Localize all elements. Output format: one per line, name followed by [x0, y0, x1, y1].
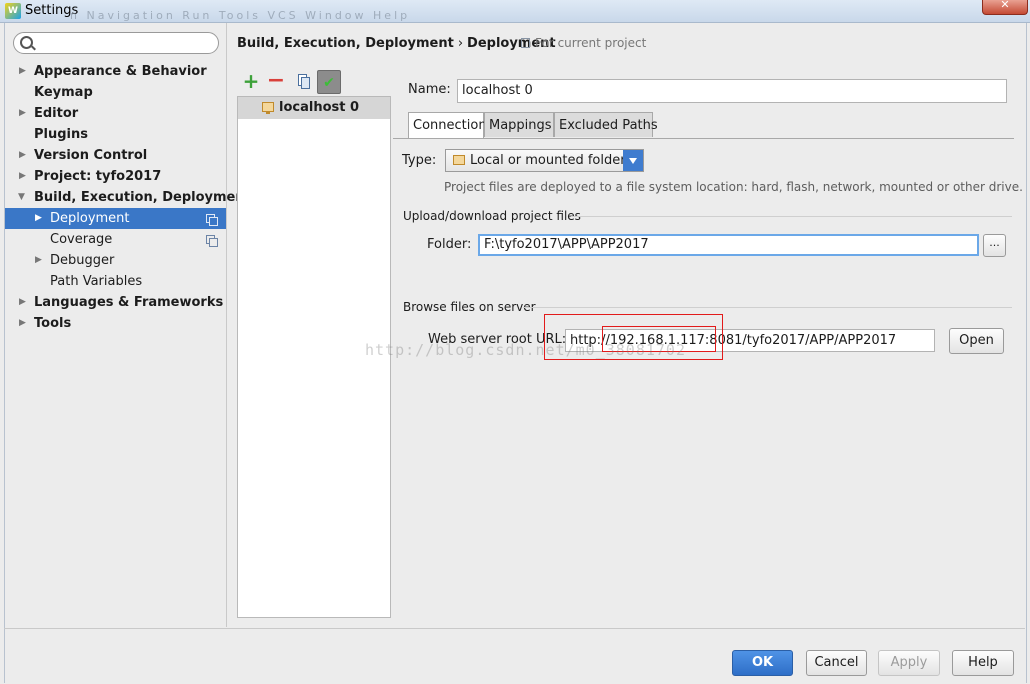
remove-server-icon[interactable]: −: [266, 70, 286, 92]
expand-arrow-icon[interactable]: ▶: [19, 145, 26, 166]
collapse-arrow-icon[interactable]: ▼: [18, 187, 25, 208]
name-field[interactable]: localhost 0: [457, 79, 1007, 103]
title-bar: W Settings n Navigation Run Tools VCS Wi…: [0, 0, 1030, 23]
type-select[interactable]: Local or mounted folder: [445, 149, 644, 172]
expand-arrow-icon[interactable]: ▶: [19, 166, 26, 187]
ok-button[interactable]: OK: [732, 650, 793, 676]
tree-item-appearance-behavior[interactable]: ▶ Appearance & Behavior: [5, 61, 226, 82]
project-scope-icon: [521, 38, 530, 48]
tab-connection[interactable]: Connection: [408, 112, 487, 139]
tree-item-project[interactable]: ▶ Project: tyfo2017: [5, 166, 226, 187]
settings-search-input[interactable]: [13, 32, 219, 54]
tree-item-debugger[interactable]: ▶ Debugger: [5, 250, 226, 271]
project-scope-icon: [206, 235, 218, 247]
tree-item-version-control[interactable]: ▶ Version Control: [5, 145, 226, 166]
use-as-default-icon[interactable]: [317, 70, 341, 94]
settings-tree: ▶ Appearance & Behavior Keymap ▶ Editor …: [5, 61, 251, 334]
tab-excluded-paths[interactable]: Excluded Paths: [554, 112, 658, 137]
search-icon: [20, 36, 33, 49]
open-url-button[interactable]: Open: [949, 328, 1004, 354]
browse-section-title: Browse files on server: [403, 300, 536, 314]
section-divider: [571, 216, 1012, 217]
chevron-down-icon[interactable]: [623, 150, 643, 171]
add-server-icon[interactable]: +: [241, 71, 261, 91]
apply-button[interactable]: Apply: [878, 650, 940, 676]
tree-item-tools[interactable]: ▶ Tools: [5, 313, 226, 334]
browse-folder-button[interactable]: ...: [983, 234, 1006, 257]
type-label: Type:: [402, 153, 437, 168]
local-folder-server-icon: [453, 155, 465, 165]
tree-item-deployment[interactable]: ▶ Deployment: [5, 208, 226, 229]
tree-item-languages-frameworks[interactable]: ▶ Languages & Frameworks: [5, 292, 226, 313]
tab-divider: [393, 138, 1014, 139]
tree-item-build-execution-deployment[interactable]: ▼ Build, Execution, Deployment: [5, 187, 251, 208]
tree-item-editor[interactable]: ▶ Editor: [5, 103, 226, 124]
tree-item-path-variables[interactable]: Path Variables: [5, 271, 226, 292]
tree-item-keymap[interactable]: Keymap: [5, 82, 226, 103]
type-description: Project files are deployed to a file sys…: [444, 180, 1023, 194]
list-item[interactable]: localhost 0: [238, 97, 390, 119]
settings-window: ▶ Appearance & Behavior Keymap ▶ Editor …: [4, 23, 1027, 683]
expand-arrow-icon[interactable]: ▶: [19, 292, 26, 313]
webstorm-app-icon: W: [5, 3, 21, 19]
expand-arrow-icon[interactable]: ▶: [19, 103, 26, 124]
expand-arrow-icon[interactable]: ▶: [35, 208, 42, 229]
folder-field[interactable]: F:\tyfo2017\APP\APP2017: [478, 234, 979, 256]
breadcrumb-separator: ›: [457, 36, 464, 51]
breadcrumb-parent[interactable]: Build, Execution, Deployment: [237, 36, 454, 51]
expand-arrow-icon[interactable]: ▶: [19, 313, 26, 334]
expand-arrow-icon[interactable]: ▶: [19, 61, 26, 82]
scope-note: For current project: [521, 36, 646, 50]
tab-mappings[interactable]: Mappings: [484, 112, 554, 137]
background-menu-bar: n Navigation Run Tools VCS Window Help: [70, 9, 411, 22]
local-folder-server-icon: [262, 102, 274, 114]
tree-item-plugins[interactable]: Plugins: [5, 124, 226, 145]
folder-label: Folder:: [427, 237, 472, 252]
help-button[interactable]: Help: [952, 650, 1014, 676]
project-scope-icon: [206, 214, 218, 226]
cancel-button[interactable]: Cancel: [806, 650, 867, 676]
tree-item-coverage[interactable]: Coverage: [5, 229, 226, 250]
copy-server-icon[interactable]: [293, 71, 313, 91]
section-divider: [523, 307, 1012, 308]
footer-divider: [4, 628, 1025, 629]
close-window-button[interactable]: [982, 0, 1028, 15]
tree-divider: [226, 23, 227, 627]
breadcrumb: Build, Execution, Deployment › Deployment: [237, 36, 556, 51]
name-label: Name:: [408, 82, 451, 97]
upload-section-title: Upload/download project files: [403, 209, 581, 223]
watermark: http://blog.csdn.net/m0_38081702: [365, 341, 686, 359]
expand-arrow-icon[interactable]: ▶: [35, 250, 42, 271]
